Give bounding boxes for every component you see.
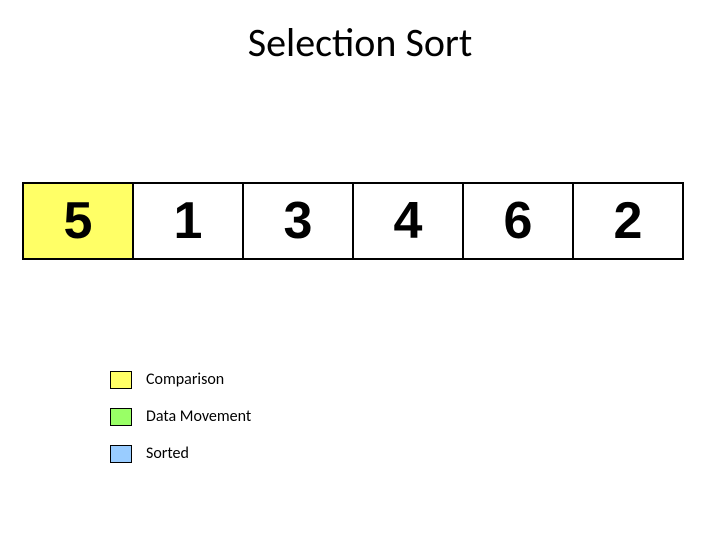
page-title: Selection Sort [0,18,720,67]
array-row: 5 1 3 4 6 2 [22,182,684,260]
legend-item: Comparison [110,370,251,389]
array-cell: 3 [242,182,354,260]
array-cell: 5 [22,182,134,260]
legend-item: Sorted [110,444,251,463]
array-cell: 1 [132,182,244,260]
array-cell: 2 [572,182,684,260]
legend-label: Comparison [146,370,224,389]
legend-label: Data Movement [146,407,251,426]
legend-label: Sorted [146,444,189,463]
array-cell: 6 [462,182,574,260]
legend-swatch-sorted [110,445,132,463]
legend-swatch-data-movement [110,408,132,426]
legend-item: Data Movement [110,407,251,426]
legend-swatch-comparison [110,371,132,389]
legend: Comparison Data Movement Sorted [110,370,251,481]
array-cell: 4 [352,182,464,260]
